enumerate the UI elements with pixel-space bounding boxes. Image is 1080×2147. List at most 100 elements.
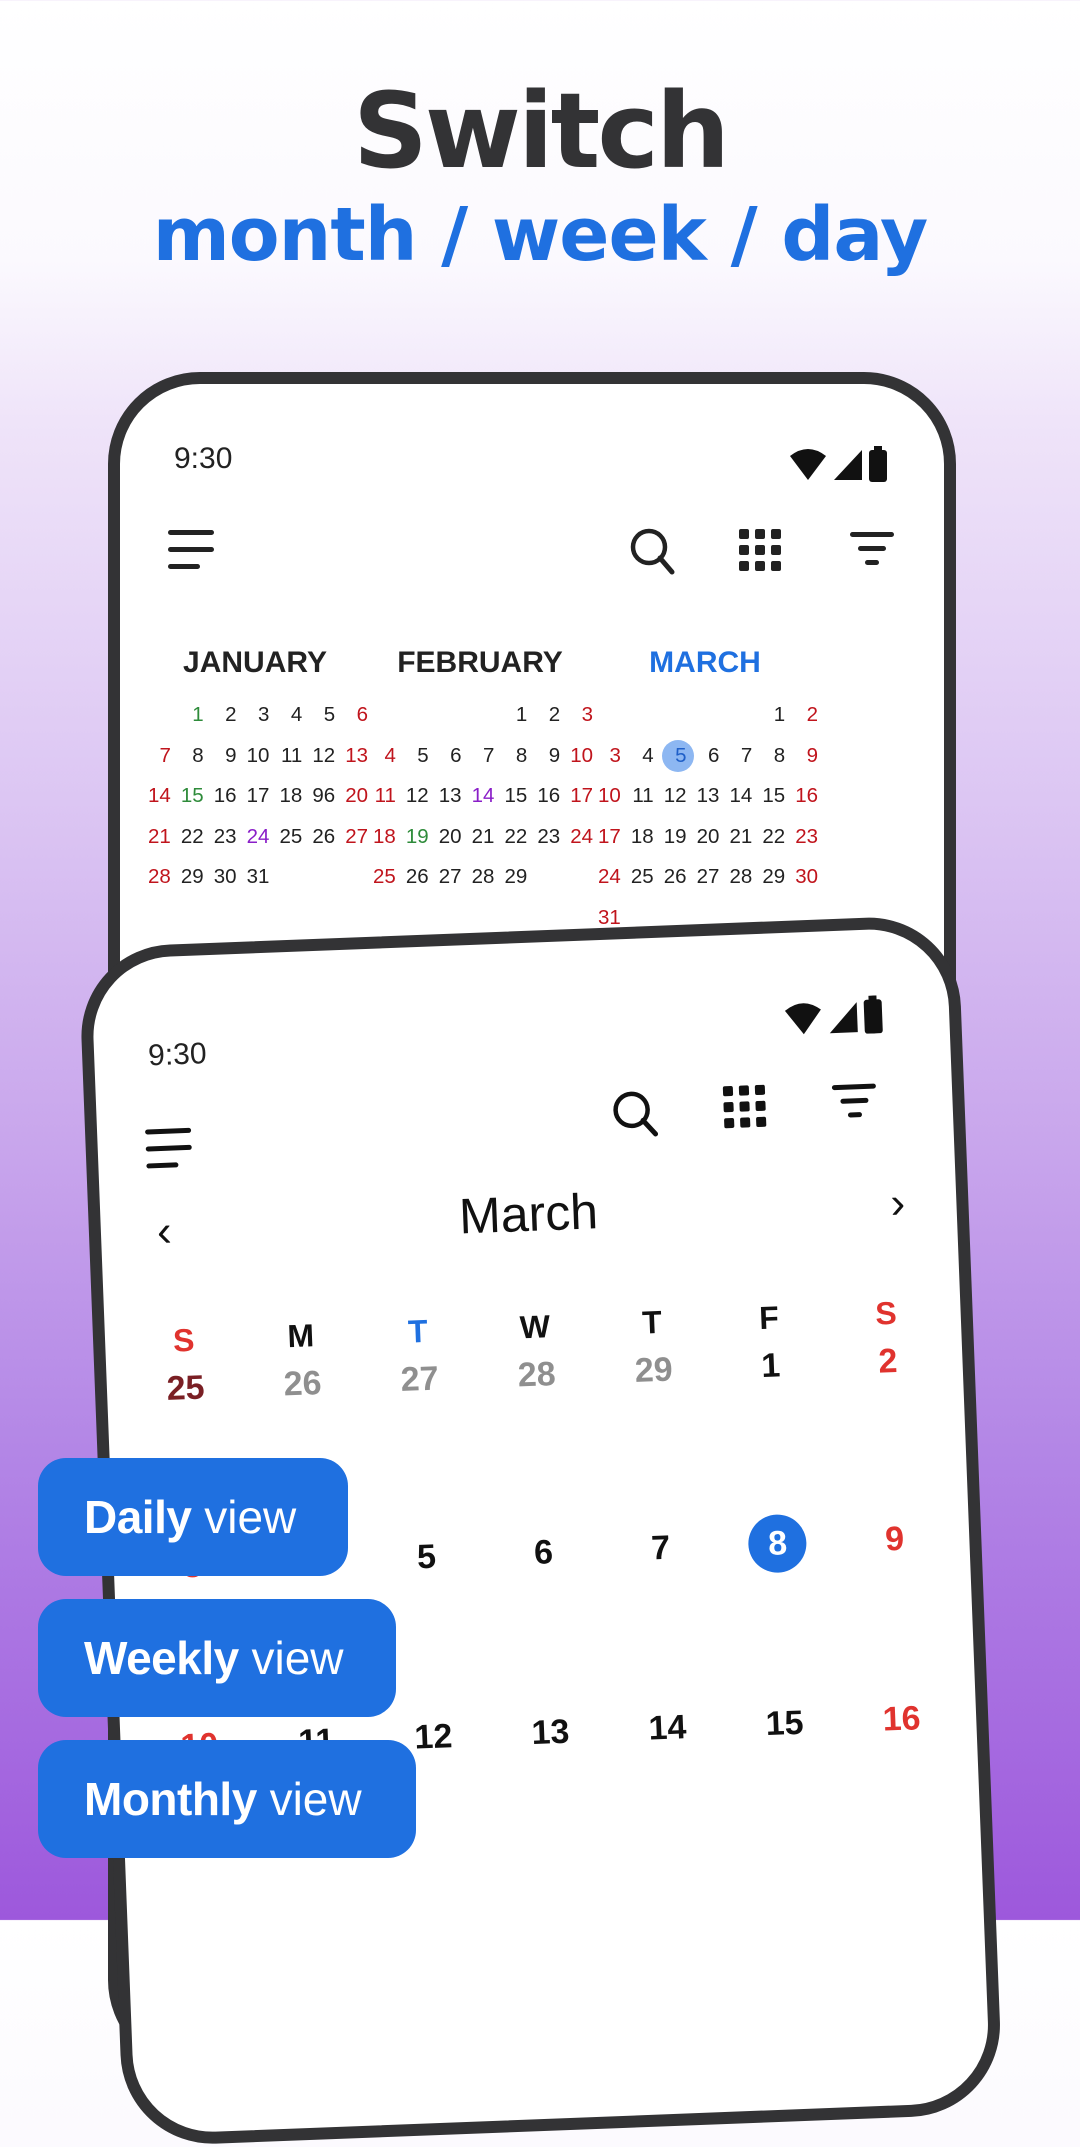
day-cell[interactable]: 23 [206,818,239,857]
day-cell[interactable]: 18 [623,818,656,857]
day-cell[interactable]: 16 [206,777,239,816]
day-cell[interactable]: 28 [477,1344,596,1404]
day-cell[interactable]: 16 [842,1689,961,1749]
day-cell[interactable]: 20 [689,818,722,857]
day-cell[interactable]: 9 [835,1509,954,1569]
day-cell[interactable]: 6 [431,737,464,776]
day-cell[interactable]: 27 [431,858,464,897]
month-block-february[interactable]: FEBRUARY 1 2 3 4 5 6 7 8 9 10 11 12 13 14 15 16 17 18 19 20 2… [365,646,595,897]
day-cell[interactable]: 22 [754,818,787,857]
grid-icon[interactable] [722,1084,768,1130]
search-icon[interactable] [610,1088,662,1140]
day-cell[interactable]: 26 [398,858,431,897]
day-cell[interactable]: 13 [431,777,464,816]
day-cell[interactable]: 8 [496,737,529,776]
day-cell[interactable]: 14 [608,1698,727,1758]
day-cell[interactable]: 4 [271,696,304,735]
day-cell[interactable]: 10 [590,777,623,816]
day-cell[interactable]: 11 [271,737,304,776]
today-day-cell[interactable]: 5 [656,737,694,776]
day-cell[interactable]: 12 [304,737,337,776]
day-cell[interactable]: 7 [140,737,173,776]
day-cell[interactable]: 4 [623,737,656,776]
day-cell[interactable]: 15 [496,777,529,816]
day-cell[interactable]: 25 [365,858,398,897]
day-cell[interactable]: 19 [398,818,431,857]
day-cell[interactable]: 2 [529,696,562,735]
day-cell[interactable]: 19 [656,818,689,857]
day-cell[interactable]: 29 [173,858,206,897]
day-cell[interactable]: 6 [484,1522,603,1582]
day-cell[interactable]: 26 [656,858,689,897]
day-cell[interactable]: 18 [365,818,398,857]
grid-icon[interactable] [738,528,782,572]
day-cell[interactable]: 26 [304,818,337,857]
day-cell[interactable]: 8 [173,737,206,776]
menu-icon[interactable] [143,1126,195,1172]
month-block-march[interactable]: MARCH 1 2 3 4 5 6 7 8 9 10 11 12 13 14 15 16 17 18 19 20 21 22… [590,646,820,937]
day-cell[interactable]: 27 [360,1349,479,1409]
search-icon[interactable] [628,526,678,576]
day-cell[interactable]: 9 [206,737,239,776]
day-cell[interactable]: 13 [491,1702,610,1762]
day-cell[interactable]: 29 [496,858,529,897]
day-cell[interactable]: 7 [464,737,497,776]
day-cell[interactable]: 23 [787,818,820,857]
day-cell[interactable]: 17 [590,818,623,857]
day-cell[interactable]: 3 [590,737,623,776]
day-cell[interactable]: 8 [754,737,787,776]
day-cell[interactable]: 16 [529,777,562,816]
day-cell[interactable]: 25 [126,1358,245,1418]
day-cell[interactable]: 29 [754,858,787,897]
day-cell[interactable]: 15 [754,777,787,816]
monthly-view-button[interactable]: Monthly view [38,1740,416,1858]
day-cell[interactable]: 96 [304,777,337,816]
day-cell[interactable]: 20 [431,818,464,857]
day-cell[interactable]: 1 [496,696,529,735]
day-cell[interactable]: 7 [601,1518,720,1578]
day-cell[interactable]: 7 [721,737,754,776]
day-cell[interactable]: 1 [711,1335,830,1395]
day-cell[interactable]: 27 [689,858,722,897]
menu-icon[interactable] [166,528,216,572]
day-cell[interactable]: 30 [206,858,239,897]
day-cell[interactable]: 10 [239,737,272,776]
day-cell[interactable]: 23 [529,818,562,857]
day-cell[interactable]: 6 [689,737,722,776]
day-cell[interactable]: 3 [239,696,272,735]
day-cell[interactable]: 5 [398,737,431,776]
day-cell[interactable]: 28 [464,858,497,897]
day-cell[interactable]: 14 [721,777,754,816]
day-cell[interactable]: 30 [787,858,820,897]
weekly-view-button[interactable]: Weekly view [38,1599,396,1717]
day-cell[interactable]: 13 [689,777,722,816]
day-cell[interactable]: 24 [590,858,623,897]
day-cell[interactable]: 15 [725,1693,844,1753]
day-cell[interactable]: 5 [367,1527,486,1587]
day-cell[interactable]: 21 [464,818,497,857]
day-cell[interactable]: 17 [239,777,272,816]
day-cell[interactable]: 2 [828,1331,947,1391]
day-cell[interactable]: 11 [623,777,656,816]
day-cell[interactable]: 24 [239,818,272,857]
day-cell[interactable]: 16 [787,777,820,816]
day-cell[interactable]: 12 [398,777,431,816]
day-cell[interactable]: 29 [594,1340,713,1400]
day-cell[interactable]: 11 [365,777,398,816]
filter-icon[interactable] [848,528,896,572]
next-month-button[interactable]: › [889,1178,906,1229]
day-cell[interactable]: 14 [140,777,173,816]
day-cell[interactable]: 21 [140,818,173,857]
day-cell[interactable]: 4 [365,737,398,776]
day-cell[interactable]: 18 [271,777,304,816]
day-cell[interactable]: 28 [721,858,754,897]
day-cell[interactable]: 22 [496,818,529,857]
day-cell[interactable]: 9 [529,737,562,776]
day-cell[interactable]: 14 [464,777,497,816]
day-cell[interactable]: 21 [721,818,754,857]
day-cell[interactable]: 25 [623,858,656,897]
day-cell[interactable]: 5 [304,696,337,735]
day-cell[interactable]: 1 [173,696,206,735]
selected-day-cell[interactable]: 8 [718,1513,837,1574]
day-cell[interactable]: 15 [173,777,206,816]
